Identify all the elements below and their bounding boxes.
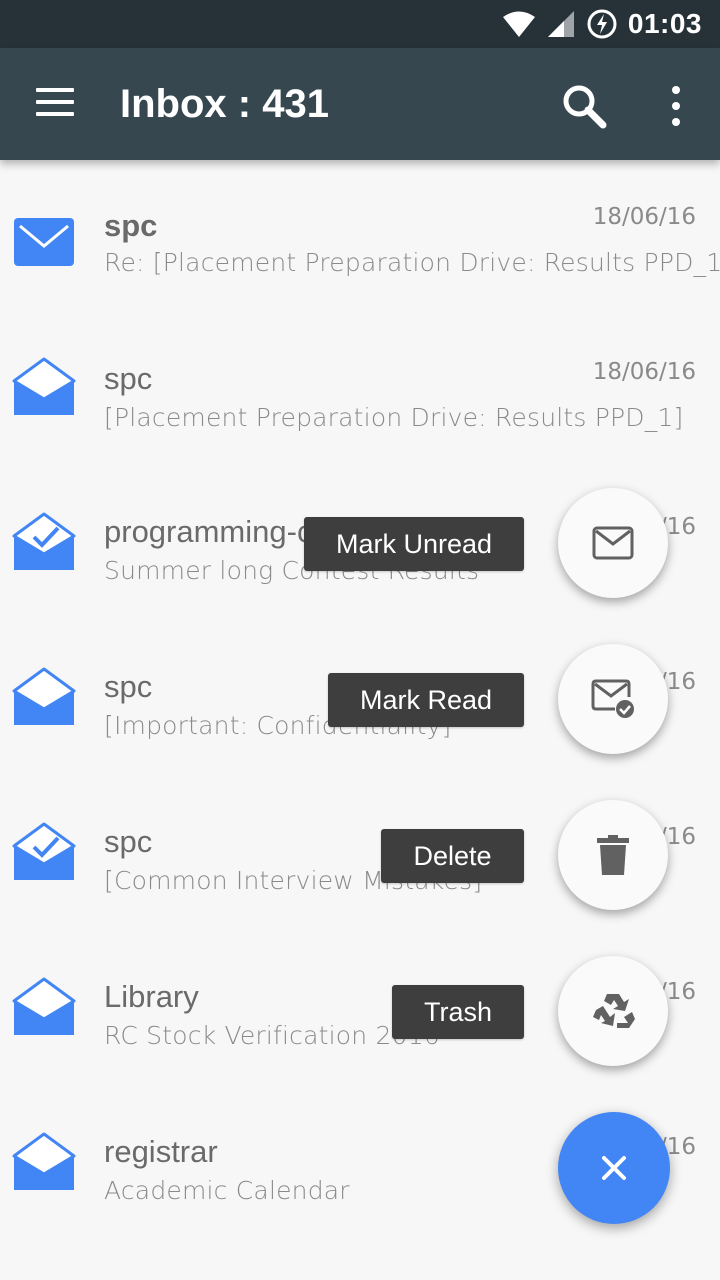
email-subject: Academic Calendar xyxy=(104,1176,350,1205)
mail-checked-icon xyxy=(12,512,76,570)
close-fab-button[interactable] xyxy=(558,1112,670,1224)
menu-icon[interactable] xyxy=(36,88,76,120)
mail-open-icon xyxy=(12,1132,76,1190)
trash-label[interactable]: Trash xyxy=(392,985,524,1039)
delete-label[interactable]: Delete xyxy=(381,829,524,883)
mark-unread-label[interactable]: Mark Unread xyxy=(304,517,524,571)
more-vert-icon[interactable] xyxy=(668,86,684,126)
email-sender: registrar xyxy=(104,1134,218,1169)
search-icon[interactable] xyxy=(560,82,608,130)
trash-icon xyxy=(597,835,629,875)
mark-unread-button[interactable] xyxy=(558,488,668,598)
mail-open-icon xyxy=(12,977,76,1035)
mark-read-label[interactable]: Mark Read xyxy=(328,673,524,727)
mail-closed-icon xyxy=(14,218,74,266)
envelope-check-icon xyxy=(591,679,634,718)
envelope-icon xyxy=(592,526,634,560)
email-subject: Re: [Placement Preparation Drive: Result… xyxy=(104,248,720,277)
email-subject: RC Stock Verification 2016 xyxy=(104,1021,440,1050)
email-sender: spc xyxy=(104,361,153,396)
close-icon xyxy=(602,1156,626,1180)
mail-checked-icon xyxy=(12,822,76,880)
recycle-icon xyxy=(593,994,635,1028)
trash-button[interactable] xyxy=(558,956,668,1066)
email-sender: spc xyxy=(104,824,153,859)
app-bar: Inbox : 431 xyxy=(0,48,720,160)
email-subject: [Placement Preparation Drive: Results PP… xyxy=(104,403,684,432)
page-title: Inbox : 431 xyxy=(120,82,329,126)
cell-signal-icon xyxy=(547,11,574,37)
email-sender: spc xyxy=(104,669,153,704)
wifi-icon xyxy=(502,11,535,37)
email-row[interactable]: spc Re: [Placement Preparation Drive: Re… xyxy=(0,170,720,325)
email-sender: spc xyxy=(104,208,158,243)
email-sender: Library xyxy=(104,979,199,1014)
status-time: 01:03 xyxy=(627,8,702,39)
email-date: 18/06/16 xyxy=(592,204,696,230)
mail-open-icon xyxy=(12,667,76,725)
mail-open-icon xyxy=(12,357,76,415)
delete-button[interactable] xyxy=(558,800,668,910)
email-date: 18/06/16 xyxy=(592,359,696,385)
email-row[interactable]: spc [Placement Preparation Drive: Result… xyxy=(0,325,720,480)
status-bar: 01:03 xyxy=(0,0,720,48)
mark-read-button[interactable] xyxy=(558,644,668,754)
battery-charging-icon xyxy=(587,9,617,39)
